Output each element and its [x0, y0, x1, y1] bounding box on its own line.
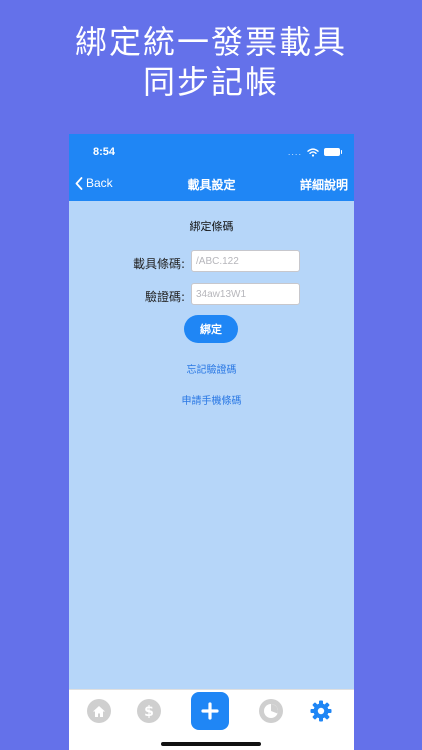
apply-barcode-link[interactable]: 申請手機條碼	[69, 392, 354, 407]
wifi-icon	[307, 147, 319, 157]
verify-code-label: 驗證碼:	[144, 290, 185, 304]
tab-stats[interactable]	[259, 699, 283, 723]
details-button[interactable]: 詳細說明	[300, 176, 348, 193]
forgot-code-link[interactable]: 忘記驗證碼	[69, 361, 354, 376]
status-icons: ....	[287, 146, 342, 158]
tab-home[interactable]	[87, 699, 111, 723]
navigation-bar: 8:54 .... Back 載具設定 詳細說明	[69, 134, 354, 201]
home-indicator	[161, 742, 261, 746]
chevron-left-icon	[75, 176, 83, 190]
home-icon	[93, 705, 105, 717]
back-button[interactable]: Back	[75, 176, 113, 190]
tab-bar: $	[69, 689, 354, 750]
pie-chart-icon	[264, 704, 278, 718]
promo-headline: 綁定統一發票載具 同步記帳	[0, 22, 422, 102]
dollar-icon: $	[144, 704, 154, 719]
barcode-label: 載具條碼:	[132, 257, 185, 271]
phone-screen: 8:54 .... Back 載具設定 詳細說明 綁定條碼 載具條碼: 驗證碼:…	[69, 134, 354, 750]
promo-line-1: 綁定統一發票載具	[74, 23, 347, 61]
tab-settings[interactable]	[309, 699, 333, 723]
barcode-input[interactable]	[191, 250, 300, 272]
bind-button[interactable]: 綁定	[184, 315, 238, 343]
tab-add[interactable]	[191, 692, 229, 730]
section-title: 綁定條碼	[189, 220, 234, 233]
verify-code-input[interactable]	[191, 283, 300, 305]
svg-text:$: $	[144, 704, 154, 719]
signal-dots: ....	[287, 147, 302, 157]
promo-line-2: 同步記帳	[142, 63, 279, 101]
battery-icon	[324, 148, 342, 156]
back-label: Back	[86, 176, 113, 190]
status-time: 8:54	[93, 146, 116, 158]
tab-money[interactable]: $	[137, 699, 161, 723]
add-icon	[201, 702, 219, 720]
gear-icon	[310, 700, 332, 722]
